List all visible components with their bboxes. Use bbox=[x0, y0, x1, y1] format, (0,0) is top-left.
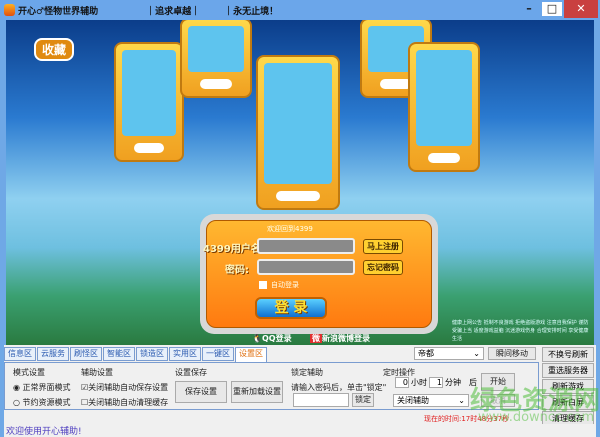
server-card[interactable] bbox=[256, 55, 340, 210]
maximize-button[interactable]: □ bbox=[542, 2, 562, 16]
refresh-blank-button[interactable]: 刷新白屏 bbox=[542, 395, 594, 410]
timer-cancel-button[interactable]: 取消 bbox=[481, 394, 515, 407]
hours-input[interactable]: 0 bbox=[395, 377, 409, 388]
password-input[interactable] bbox=[257, 259, 355, 275]
game-area[interactable]: 收藏 欢迎回到4399 4399用户名: 马上注册 密码: 忘记密码 自动登录 … bbox=[6, 20, 594, 345]
reload-settings-button[interactable]: 重新加载设置 bbox=[231, 381, 283, 403]
teleport-button[interactable]: 瞬间移动 bbox=[488, 347, 536, 360]
tab-monster[interactable]: 刷怪区 bbox=[70, 347, 102, 361]
auto-clear-checkbox[interactable]: ☐关闭辅助自动清理缓存 bbox=[81, 397, 168, 408]
tab-settings[interactable]: 设置区 bbox=[235, 347, 267, 363]
timer-action-select[interactable]: 关闭辅助 ⌄ bbox=[393, 394, 469, 407]
lock-password-input[interactable] bbox=[293, 393, 349, 407]
save-mode-radio[interactable]: ○ 节约资源模式 bbox=[13, 397, 71, 408]
status-bar: 欢迎使用开心辅助! bbox=[4, 424, 596, 437]
username-label: 4399用户名: bbox=[203, 244, 265, 255]
settings-panel: 模式设置 ◉ 正常界面模式 ○ 节约资源模式 辅助设置 ☑关闭辅助自动保存设置 … bbox=[4, 362, 539, 410]
save-group-title: 设置保存 bbox=[175, 368, 207, 377]
auto-save-checkbox[interactable]: ☑关闭辅助自动保存设置 bbox=[81, 382, 168, 393]
weibo-icon: 微 bbox=[310, 334, 322, 343]
username-input[interactable] bbox=[257, 238, 355, 254]
server-card[interactable] bbox=[180, 20, 252, 98]
favorite-button[interactable]: 收藏 bbox=[34, 38, 75, 61]
mode-group: 模式设置 ◉ 正常界面模式 ○ 节约资源模式 bbox=[13, 368, 71, 408]
register-button[interactable]: 马上注册 bbox=[363, 239, 403, 254]
tab-smart[interactable]: 智能区 bbox=[103, 347, 135, 361]
welcome-text: 欢迎回到4399 bbox=[267, 225, 313, 233]
health-notice: 健康上网公告 抵制不良游戏 拒绝盗版游戏 注意自我保护 谨防受骗上当 适度游戏益… bbox=[452, 320, 589, 342]
reselect-server-button[interactable]: 重选服务器 bbox=[542, 363, 594, 378]
save-settings-button[interactable]: 保存设置 bbox=[175, 381, 227, 403]
control-panel: 信息区 云服务 刷怪区 智能区 锁造区 实用区 一键区 设置区 帝都 ⌄ 瞬间移动… bbox=[4, 345, 596, 426]
app-icon bbox=[4, 4, 15, 16]
server-card[interactable] bbox=[408, 42, 480, 172]
auto-login-checkbox[interactable] bbox=[259, 281, 267, 289]
window-title: 开心♂怪物世界辅助 bbox=[18, 6, 99, 17]
tab-cloud[interactable]: 云服务 bbox=[37, 347, 69, 361]
lock-button[interactable]: 锁定 bbox=[352, 393, 374, 407]
slogan: ｜追求卓越｜ bbox=[146, 6, 201, 17]
slogan: ｜永无止境！ bbox=[224, 6, 279, 17]
weibo-login-link[interactable]: 微新浪微博登录 bbox=[310, 333, 370, 344]
qq-login-link[interactable]: 🐧QQ登录 bbox=[252, 333, 292, 344]
title-bar: 开心♂怪物世界辅助 ｜追求卓越｜ ｜永无止境！ – □ ✕ bbox=[0, 0, 600, 20]
tab-bar: 信息区 云服务 刷怪区 智能区 锁造区 实用区 一键区 设置区 bbox=[4, 347, 268, 363]
refresh-game-button[interactable]: 刷新游戏 bbox=[542, 379, 594, 394]
close-button[interactable]: ✕ bbox=[564, 0, 598, 18]
login-button[interactable]: 登 录 bbox=[255, 297, 327, 319]
forgot-password-button[interactable]: 忘记密码 bbox=[363, 260, 403, 275]
assist-group: 辅助设置 ☑关闭辅助自动保存设置 ☐关闭辅助自动清理缓存 bbox=[81, 368, 169, 408]
minutes-input[interactable]: 1 bbox=[429, 377, 443, 388]
server-card[interactable] bbox=[114, 42, 184, 162]
auto-login-label: 自动登录 bbox=[271, 281, 299, 289]
lock-group: 锁定辅助 请输入密码后，单击"锁定" bbox=[291, 368, 387, 392]
minimize-button[interactable]: – bbox=[516, 0, 542, 18]
login-panel: 欢迎回到4399 4399用户名: 马上注册 密码: 忘记密码 自动登录 登 录 bbox=[200, 214, 438, 334]
clock-text: 现在的时间:17时48分37秒 bbox=[424, 415, 510, 423]
refresh-no-switch-button[interactable]: 不换号刷新 bbox=[542, 347, 594, 362]
timer-row: 0 小时 1 分钟 后 bbox=[395, 377, 477, 388]
tab-utility[interactable]: 实用区 bbox=[169, 347, 201, 361]
tab-onekey[interactable]: 一键区 bbox=[202, 347, 234, 361]
timer-start-button[interactable]: 开始 bbox=[481, 373, 515, 391]
tab-info[interactable]: 信息区 bbox=[4, 347, 36, 361]
password-label: 密码: bbox=[225, 265, 249, 276]
qq-icon: 🐧 bbox=[252, 334, 262, 343]
server-select[interactable]: 帝都 ⌄ bbox=[414, 347, 484, 360]
tab-lock[interactable]: 锁造区 bbox=[136, 347, 168, 361]
normal-mode-radio[interactable]: ◉ 正常界面模式 bbox=[13, 382, 71, 393]
